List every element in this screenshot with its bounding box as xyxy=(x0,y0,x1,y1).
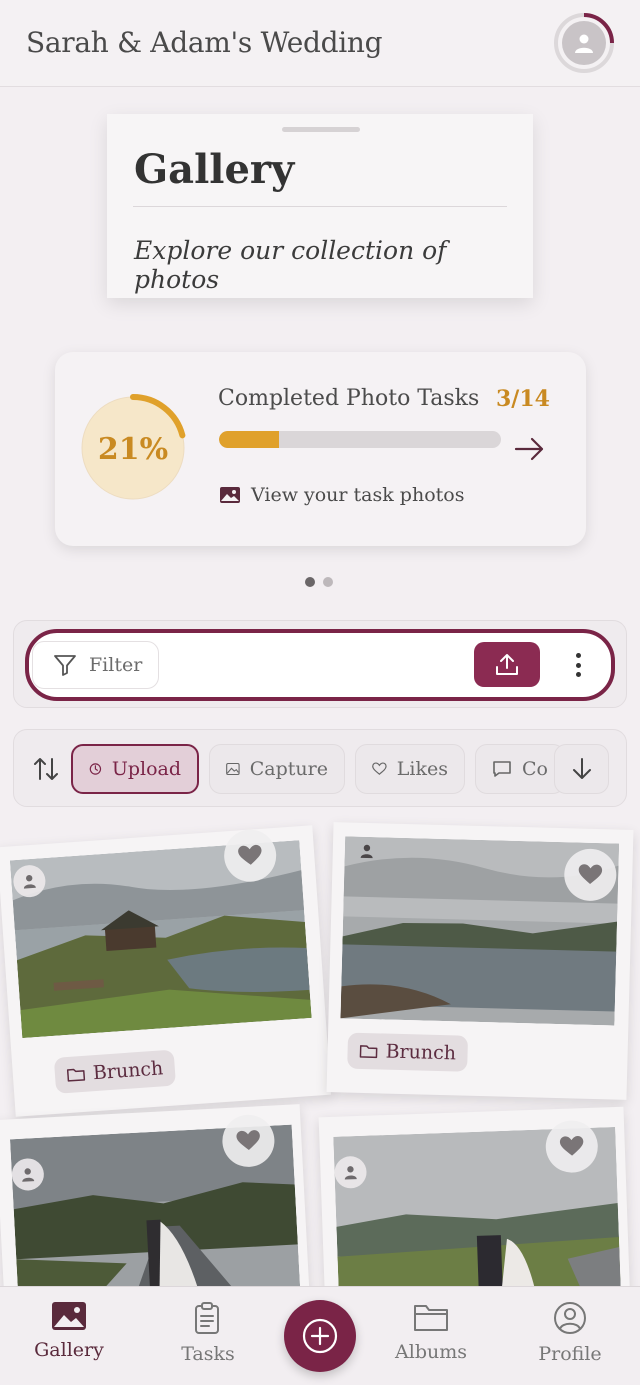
heart-icon xyxy=(236,1130,260,1150)
folder-icon xyxy=(66,1068,86,1082)
image-icon xyxy=(220,487,240,503)
sort-chip-label: Capture xyxy=(249,758,328,780)
sort-chip-upload[interactable]: Upload xyxy=(71,744,199,794)
clipboard-icon xyxy=(195,1302,219,1334)
folder-icon xyxy=(414,1305,448,1331)
progress-bar-fill xyxy=(219,431,280,448)
plus-circle-icon xyxy=(302,1318,338,1354)
progress-bar xyxy=(219,431,501,448)
user-icon xyxy=(344,1166,357,1180)
nav-item-tasks[interactable]: Tasks xyxy=(153,1301,263,1365)
carousel-dots xyxy=(305,577,333,587)
user-icon xyxy=(360,844,373,859)
filter-icon xyxy=(54,655,76,676)
nav-label: Tasks xyxy=(181,1343,235,1365)
heart-icon xyxy=(578,864,603,884)
image-icon xyxy=(52,1302,86,1330)
app-header: Sarah & Adam's Wedding xyxy=(0,0,640,87)
view-task-photos-label: View your task photos xyxy=(251,484,465,506)
nav-label: Albums xyxy=(395,1341,467,1363)
clock-icon xyxy=(89,763,102,775)
photo-card[interactable]: Brunch xyxy=(326,822,634,1100)
nav-item-profile[interactable]: Profile xyxy=(515,1301,625,1365)
user-icon xyxy=(22,1168,35,1182)
filter-button[interactable]: Filter xyxy=(32,641,159,689)
scroll-chips-button[interactable] xyxy=(554,744,609,794)
sort-chip-row: Upload Capture Likes Co xyxy=(13,729,627,807)
carousel-dot[interactable] xyxy=(323,577,333,587)
comment-icon xyxy=(493,761,511,777)
arrow-down-icon xyxy=(572,758,591,779)
add-photo-button[interactable] xyxy=(284,1300,356,1372)
divider xyxy=(133,206,507,207)
page: Sarah & Adam's Wedding Gallery Explore o… xyxy=(0,0,640,1385)
progress-percent: 21% xyxy=(97,432,169,467)
sort-order-icon[interactable] xyxy=(33,755,59,783)
user-circle-icon xyxy=(554,1302,586,1334)
photo-tasks-card[interactable]: 21% Completed Photo Tasks 3/14 View your… xyxy=(55,352,586,546)
user-icon xyxy=(23,874,36,889)
heart-icon xyxy=(372,762,387,775)
user-icon xyxy=(575,34,593,53)
nav-item-gallery[interactable]: Gallery xyxy=(14,1301,124,1361)
nav-item-albums[interactable]: Albums xyxy=(376,1301,486,1363)
page-subtitle: Explore our collection of photos xyxy=(134,236,447,294)
image-icon xyxy=(226,762,240,776)
page-title: Gallery xyxy=(134,146,295,193)
heart-icon xyxy=(559,1135,584,1156)
album-tag-label: Brunch xyxy=(385,1040,457,1065)
nav-label: Gallery xyxy=(34,1339,104,1361)
album-tag[interactable]: Brunch xyxy=(53,1049,177,1094)
sort-chip-label: Upload xyxy=(111,758,181,780)
nav-label: Profile xyxy=(538,1343,602,1365)
carousel-dot[interactable] xyxy=(305,577,315,587)
app-title: Sarah & Adam's Wedding xyxy=(26,26,383,59)
folder-icon xyxy=(359,1045,378,1059)
drag-handle xyxy=(282,127,360,132)
view-task-photos-link[interactable]: View your task photos xyxy=(219,484,464,506)
photo-card[interactable]: Brunch xyxy=(0,825,332,1117)
sort-chip-label: Likes xyxy=(396,758,448,780)
sort-chip-capture[interactable]: Capture xyxy=(209,744,345,794)
heart-icon xyxy=(238,844,262,865)
sort-chip-likes[interactable]: Likes xyxy=(355,744,465,794)
sort-chip-comments[interactable]: Co xyxy=(475,744,565,794)
arrow-right-icon[interactable] xyxy=(514,435,546,463)
more-vertical-icon[interactable] xyxy=(566,650,590,680)
filter-label: Filter xyxy=(89,654,143,676)
upload-button[interactable] xyxy=(474,642,540,687)
gallery-heading-card: Gallery Explore our collection of photos xyxy=(107,114,533,298)
upload-icon xyxy=(496,653,518,675)
avatar xyxy=(562,21,606,65)
album-tag[interactable]: Brunch xyxy=(347,1032,469,1072)
profile-avatar-button[interactable] xyxy=(553,12,615,74)
tasks-count: 3/14 xyxy=(496,386,550,412)
tasks-label: Completed Photo Tasks xyxy=(218,386,480,411)
sort-chip-label: Co xyxy=(522,758,548,780)
album-tag-label: Brunch xyxy=(92,1057,164,1085)
